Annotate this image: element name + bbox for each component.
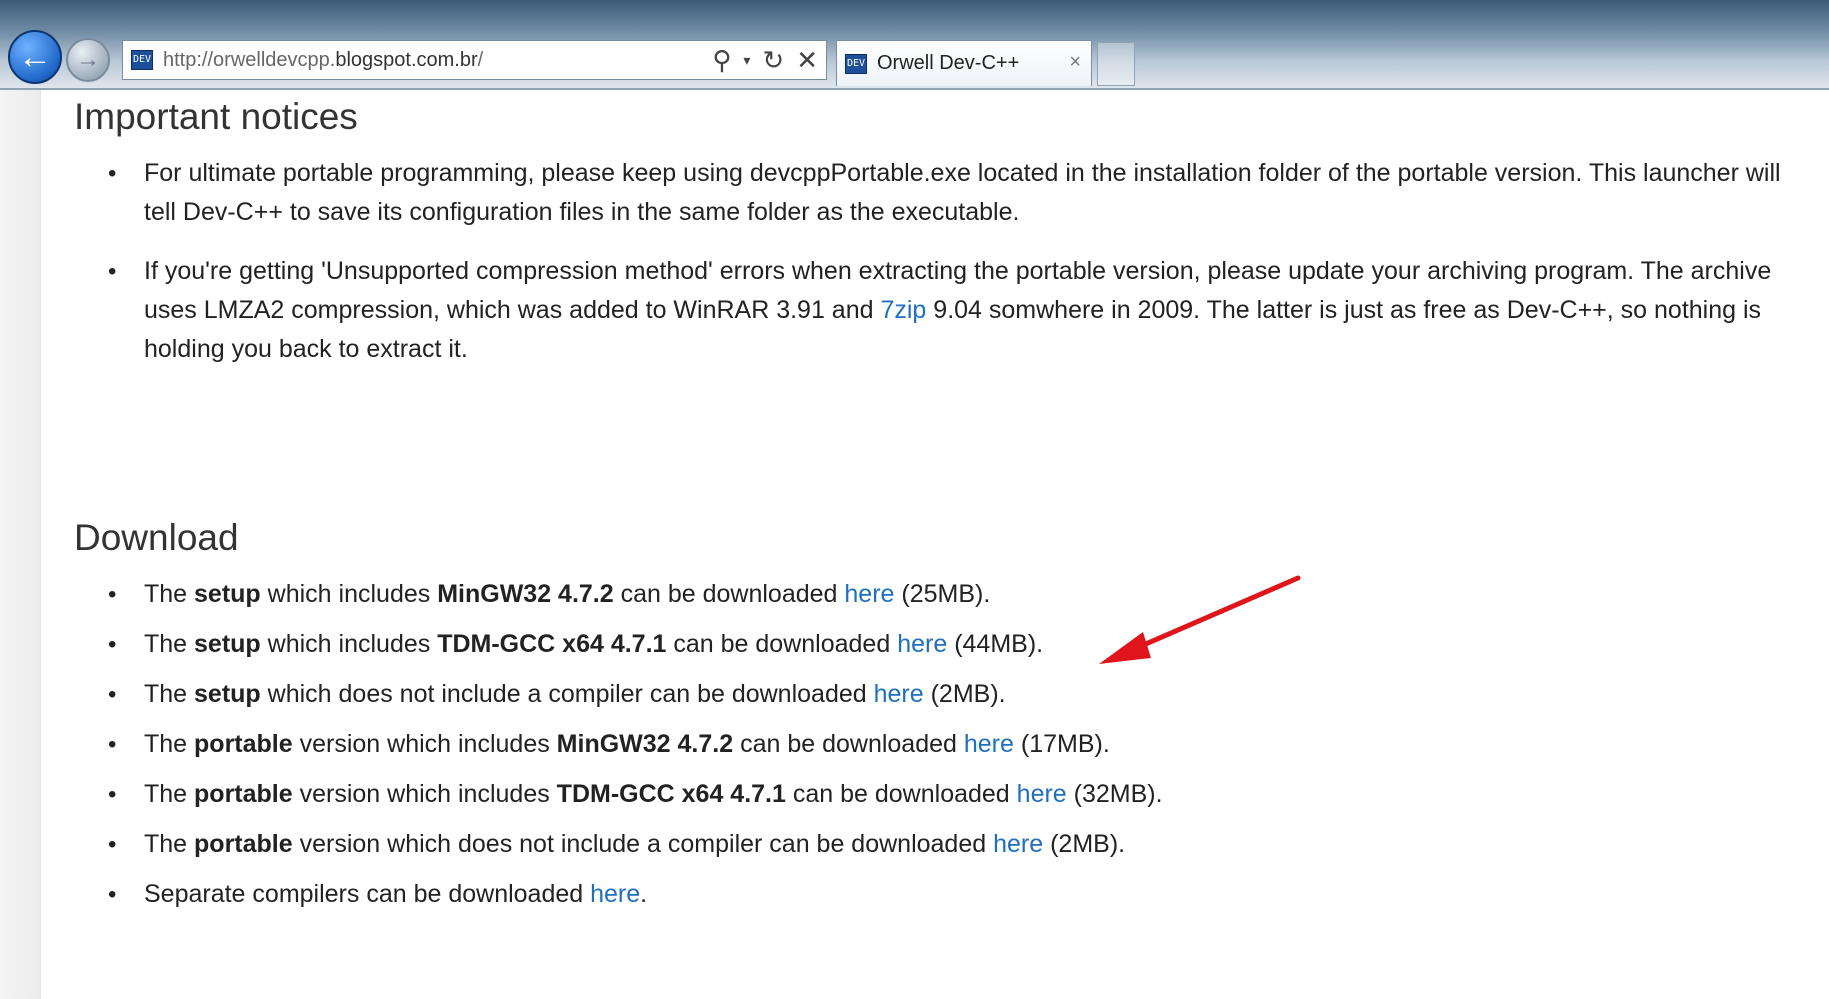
page-left-margin bbox=[0, 90, 41, 999]
download-item: The portable version which includes TDM-… bbox=[74, 775, 1814, 814]
download-here-link[interactable]: here bbox=[844, 580, 894, 608]
download-text: The bbox=[144, 580, 195, 608]
search-icon[interactable]: ⚲ bbox=[712, 45, 731, 76]
download-item: Separate compilers can be downloaded her… bbox=[74, 875, 1814, 914]
back-button[interactable]: ← bbox=[8, 30, 62, 84]
tab-title: Orwell Dev-C++ bbox=[877, 52, 1020, 74]
close-icon[interactable]: × bbox=[1069, 51, 1081, 74]
download-text: can be downloaded bbox=[733, 730, 964, 758]
url-host: blogspot.com.br bbox=[335, 48, 478, 71]
download-size: (2MB). bbox=[1043, 830, 1126, 858]
list-item: For ultimate portable programming, pleas… bbox=[74, 154, 1814, 232]
address-url[interactable]: http://orwelldevcpp.blogspot.com.br/ bbox=[163, 49, 483, 72]
7zip-link[interactable]: 7zip bbox=[880, 296, 926, 324]
compiler-name: MinGW32 4.7.2 bbox=[437, 580, 614, 608]
download-type: portable bbox=[194, 730, 293, 758]
compiler-name: TDM-GCC x64 4.7.1 bbox=[437, 630, 667, 658]
download-here-link[interactable]: here bbox=[993, 830, 1043, 858]
site-favicon-icon: DEV bbox=[131, 50, 153, 70]
download-here-link[interactable]: here bbox=[874, 680, 924, 708]
new-tab-button[interactable] bbox=[1097, 42, 1135, 86]
download-text: which includes bbox=[260, 580, 438, 608]
download-type: portable bbox=[194, 830, 293, 858]
download-size: (25MB). bbox=[894, 580, 991, 608]
download-size: (17MB). bbox=[1013, 730, 1110, 758]
download-item: The setup which does not include a compi… bbox=[74, 675, 1814, 714]
download-list: The setup which includes MinGW32 4.7.2 c… bbox=[74, 575, 1814, 914]
download-size: . bbox=[640, 880, 648, 908]
address-bar[interactable]: DEV http://orwelldevcpp.blogspot.com.br/… bbox=[122, 40, 827, 80]
url-scheme: http://orwelldevcpp. bbox=[163, 48, 336, 71]
forward-button[interactable]: → bbox=[66, 38, 110, 82]
download-item: The setup which includes MinGW32 4.7.2 c… bbox=[74, 575, 1814, 614]
download-here-link[interactable]: here bbox=[590, 880, 640, 908]
browser-toolbar: ← → DEV http://orwelldevcpp.blogspot.com… bbox=[0, 0, 1829, 90]
download-type: setup bbox=[194, 630, 261, 658]
tab-orwell-devcpp[interactable]: DEV Orwell Dev-C++ × bbox=[836, 40, 1092, 86]
download-heading: Download bbox=[74, 517, 239, 558]
back-icon: ← bbox=[18, 37, 52, 76]
download-text: which includes bbox=[260, 630, 438, 658]
important-notices-heading: Important notices bbox=[74, 96, 358, 137]
download-text: can be downloaded bbox=[666, 630, 898, 658]
refresh-icon[interactable]: ↻ bbox=[762, 45, 784, 76]
download-text: The bbox=[144, 780, 195, 808]
download-here-link[interactable]: here bbox=[1017, 780, 1067, 808]
download-text: version which includes bbox=[292, 730, 557, 758]
download-text: The bbox=[144, 730, 195, 758]
download-here-link[interactable]: here bbox=[964, 730, 1014, 758]
download-item: The portable version which includes MinG… bbox=[74, 725, 1814, 764]
download-item: The portable version which does not incl… bbox=[74, 825, 1814, 864]
annotation-arrow bbox=[1099, 575, 1301, 664]
download-text: can be downloaded bbox=[613, 580, 845, 608]
page-content: Important notices For ultimate portable … bbox=[74, 92, 1814, 914]
download-item: The setup which includes TDM-GCC x64 4.7… bbox=[74, 625, 1814, 664]
stop-icon[interactable]: ✕ bbox=[796, 45, 818, 76]
download-type: setup bbox=[194, 680, 261, 708]
url-path: / bbox=[477, 48, 484, 71]
download-type: portable bbox=[194, 780, 293, 808]
download-text: can be downloaded bbox=[785, 780, 1017, 808]
forward-icon: → bbox=[76, 46, 100, 73]
compiler-name: TDM-GCC x64 4.7.1 bbox=[556, 780, 786, 808]
tab-favicon-icon: DEV bbox=[845, 53, 867, 74]
download-text: version which does not include a compile… bbox=[292, 830, 994, 858]
download-size: (44MB). bbox=[947, 630, 1044, 658]
download-text: which does not include a compiler can be… bbox=[260, 680, 874, 708]
download-size: (32MB). bbox=[1066, 780, 1163, 808]
download-text: version which includes bbox=[292, 780, 557, 808]
download-here-link[interactable]: here bbox=[897, 630, 947, 658]
list-item: If you're getting 'Unsupported compressi… bbox=[74, 252, 1814, 369]
notices-list: For ultimate portable programming, pleas… bbox=[74, 154, 1814, 369]
download-size: (2MB). bbox=[923, 680, 1006, 708]
download-text: The bbox=[144, 830, 195, 858]
compiler-name: MinGW32 4.7.2 bbox=[556, 730, 734, 758]
dropdown-icon[interactable]: ▾ bbox=[743, 52, 750, 69]
download-type: setup bbox=[194, 580, 261, 608]
download-text: The bbox=[144, 630, 195, 658]
download-text: Separate compilers can be downloaded bbox=[144, 880, 591, 908]
download-text: The bbox=[144, 680, 195, 708]
